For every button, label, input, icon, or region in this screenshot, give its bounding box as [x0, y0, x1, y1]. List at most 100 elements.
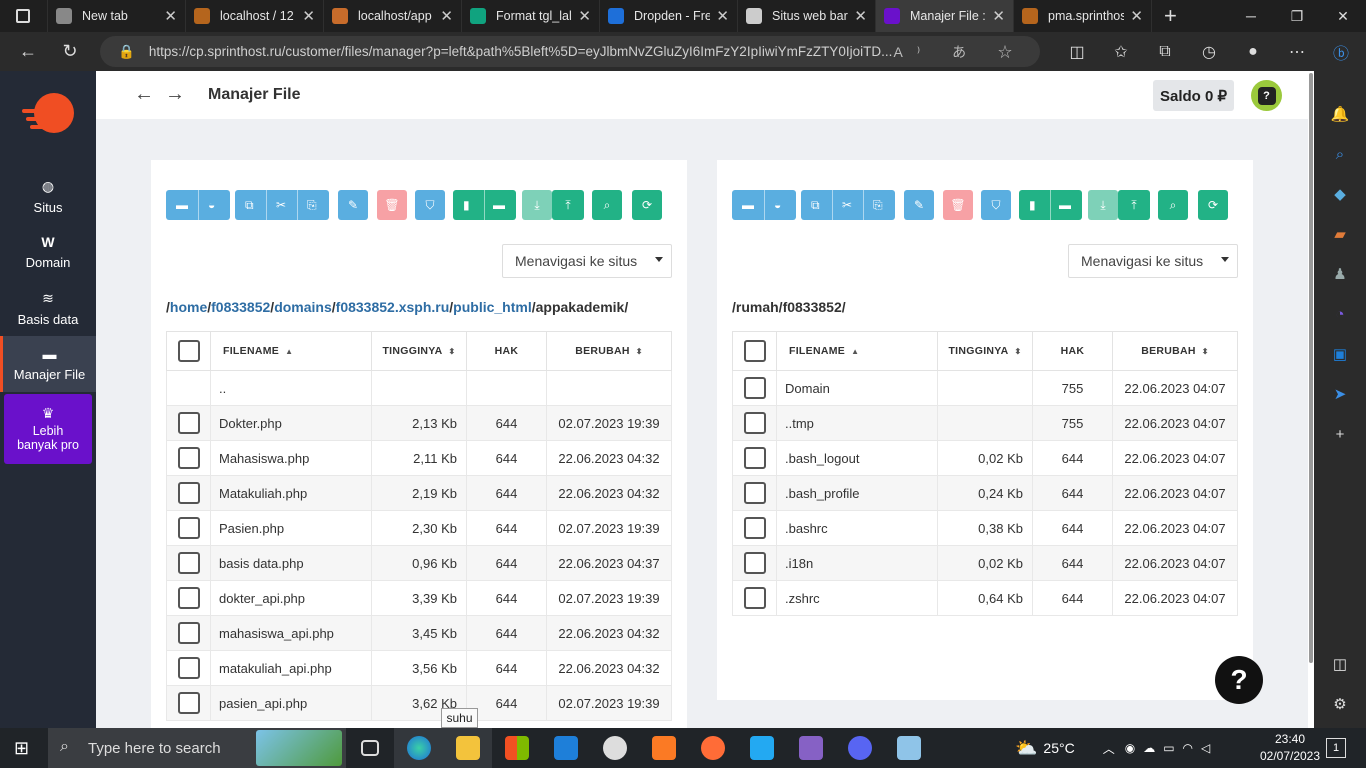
mail-icon[interactable] [541, 728, 590, 768]
bell-icon[interactable]: 🔔 [1314, 95, 1366, 135]
bing-icon[interactable]: ⓑ [1319, 40, 1363, 64]
column-header-date[interactable]: BERUBAH ⬍ [1112, 331, 1238, 371]
close-window-button[interactable]: ✕ [1320, 8, 1366, 25]
copy-icon[interactable]: ⧉ [245, 198, 254, 213]
table-row[interactable]: .i18n 0,02 Kb 644 22.06.2023 04:07 [732, 545, 1238, 581]
upload-button[interactable]: ⤒ [552, 190, 584, 220]
table-row[interactable]: dokter_api.php 3,39 Kb 644 02.07.2023 19:39 [166, 580, 672, 616]
breadcrumb-link[interactable]: f0833852.xsph.ru [336, 299, 450, 315]
close-tab-icon[interactable]: ✕ [1130, 7, 1143, 25]
close-tab-icon[interactable]: ✕ [164, 7, 177, 25]
table-row[interactable]: Mahasiswa.php 2,11 Kb 644 22.06.2023 04:32 [166, 440, 672, 476]
add-icon[interactable]: + [1314, 415, 1366, 455]
browser-tab[interactable]: Manajer File : ✕ [876, 0, 1014, 32]
row-checkbox[interactable] [177, 482, 200, 504]
edge-app-icon[interactable] [394, 728, 443, 768]
close-tab-icon[interactable]: ✕ [440, 7, 453, 25]
clock[interactable]: 23:40 02/07/2023 [1255, 731, 1325, 765]
permissions-button[interactable]: ⛉ [415, 190, 445, 220]
select-all-checkbox[interactable] [743, 340, 766, 362]
table-row[interactable]: Dokter.php 2,13 Kb 644 02.07.2023 19:39 [166, 405, 672, 441]
search-button[interactable]: ⌕ [1158, 190, 1188, 220]
profile-icon[interactable]: ● [1231, 43, 1275, 61]
row-checkbox[interactable] [743, 552, 766, 574]
cloud-icon[interactable]: ☁ [1143, 741, 1155, 755]
sprinthost-logo[interactable] [22, 89, 74, 141]
split-screen-icon[interactable]: ◫ [1055, 42, 1099, 62]
file-name-link[interactable]: pasien_api.php [210, 685, 372, 721]
archive-icon[interactable]: ▬ [176, 198, 188, 212]
file-permission-link[interactable]: 644 [466, 685, 547, 721]
sidebar-item-manajer-file[interactable]: ▬ Manajer File [0, 336, 96, 392]
close-tab-icon[interactable]: ✕ [302, 7, 315, 25]
paste-icon[interactable]: ⎘ [307, 198, 317, 213]
file-name-link[interactable]: Matakuliah.php [210, 475, 372, 511]
visual-studio-icon[interactable] [786, 728, 835, 768]
sidebar-item-domain[interactable]: W Domain [0, 224, 96, 280]
settings-icon[interactable]: ⚙ [1314, 685, 1366, 725]
cut-icon[interactable]: ✂ [842, 198, 852, 212]
history-back-button[interactable]: ← [134, 83, 154, 106]
table-row[interactable]: mahasiswa_api.php 3,45 Kb 644 22.06.2023 04… [166, 615, 672, 651]
close-tab-icon[interactable]: ✕ [992, 7, 1005, 25]
row-checkbox[interactable] [177, 587, 200, 609]
row-checkbox[interactable] [177, 692, 200, 714]
notepad-icon[interactable] [884, 728, 933, 768]
row-checkbox[interactable] [177, 412, 200, 434]
table-row[interactable]: .zshrc 0,64 Kb 644 22.06.2023 04:07 [732, 580, 1238, 616]
file-name-link[interactable]: .. [210, 370, 372, 406]
breadcrumb-link[interactable]: public_html [453, 299, 532, 315]
file-permission-link[interactable]: 644 [1032, 440, 1113, 476]
navigate-site-select[interactable]: Menavigasi ke situs [1068, 244, 1238, 278]
sidebar-item-basis-data[interactable]: ≋ Basis data [0, 280, 96, 336]
file-permission-link[interactable]: 644 [466, 440, 547, 476]
search-button[interactable]: ⌕ [592, 190, 622, 220]
new-folder-icon[interactable]: ▬ [1059, 198, 1071, 212]
delete-button[interactable]: 🗑 [377, 190, 407, 220]
permissions-button[interactable]: ⛉ [981, 190, 1011, 220]
file-name-link[interactable]: .bash_profile [776, 475, 938, 511]
table-row[interactable]: matakuliah_api.php 3,56 Kb 644 22.06.2023 0… [166, 650, 672, 686]
weather-temp[interactable]: 25°C [1043, 740, 1074, 756]
more-icon[interactable]: ⋯ [1275, 42, 1319, 62]
browser-tab[interactable]: Situs web bar ✕ [738, 0, 876, 32]
download-button[interactable]: ⤓ [522, 190, 552, 220]
file-permission-link[interactable]: 644 [466, 545, 547, 581]
postman-icon[interactable] [688, 728, 737, 768]
refresh-files-button[interactable]: ⟳ [632, 190, 662, 220]
table-row[interactable]: .bash_profile 0,24 Kb 644 22.06.2023 04:07 [732, 475, 1238, 511]
file-permission-link[interactable]: 644 [1032, 580, 1113, 616]
refresh-files-button[interactable]: ⟳ [1198, 190, 1228, 220]
row-checkbox[interactable] [177, 657, 200, 679]
column-header-size[interactable]: TINGGINYA ⬍ [371, 331, 467, 371]
select-all-checkbox[interactable] [177, 340, 200, 362]
file-name-link[interactable]: Mahasiswa.php [210, 440, 372, 476]
column-header-filename[interactable]: FILENAME ▲ [210, 331, 372, 371]
file-name-link[interactable]: .bashrc [776, 510, 938, 546]
outlook-icon[interactable]: ▣ [1314, 335, 1366, 375]
history-icon[interactable]: ◷ [1187, 42, 1231, 62]
browser-tab[interactable]: pma.sprinthos ✕ [1014, 0, 1152, 32]
notification-icon[interactable]: 1 [1326, 738, 1346, 758]
file-permission-link[interactable]: 755 [1032, 405, 1113, 441]
volume-icon[interactable]: ◁ [1201, 741, 1210, 755]
rename-button[interactable]: ✎ [338, 190, 368, 220]
file-name-link[interactable]: dokter_api.php [210, 580, 372, 616]
history-forward-button[interactable]: → [165, 83, 185, 106]
breadcrumb-link[interactable]: f0833852 [211, 299, 270, 315]
games-icon[interactable]: ♟ [1314, 255, 1366, 295]
row-checkbox[interactable] [177, 552, 200, 574]
settings-app-icon[interactable] [590, 728, 639, 768]
row-checkbox[interactable] [743, 377, 766, 399]
row-checkbox[interactable] [177, 517, 200, 539]
file-name-link[interactable]: .i18n [776, 545, 938, 581]
column-header-perm[interactable]: HAK [466, 331, 547, 371]
table-row[interactable]: Domain 755 22.06.2023 04:07 [732, 370, 1238, 406]
browser-tab[interactable]: localhost / 12 ✕ [186, 0, 324, 32]
url-field[interactable]: 🔒 https://cp.sprinthost.ru/customer/file… [100, 36, 1040, 67]
read-aloud-icon[interactable]: A⁾ あ ☆ [893, 42, 1026, 62]
new-file-icon[interactable]: ▮ [463, 198, 470, 212]
close-tab-icon[interactable]: ✕ [854, 7, 867, 25]
file-permission-link[interactable]: 644 [466, 615, 547, 651]
row-checkbox[interactable] [177, 447, 200, 469]
